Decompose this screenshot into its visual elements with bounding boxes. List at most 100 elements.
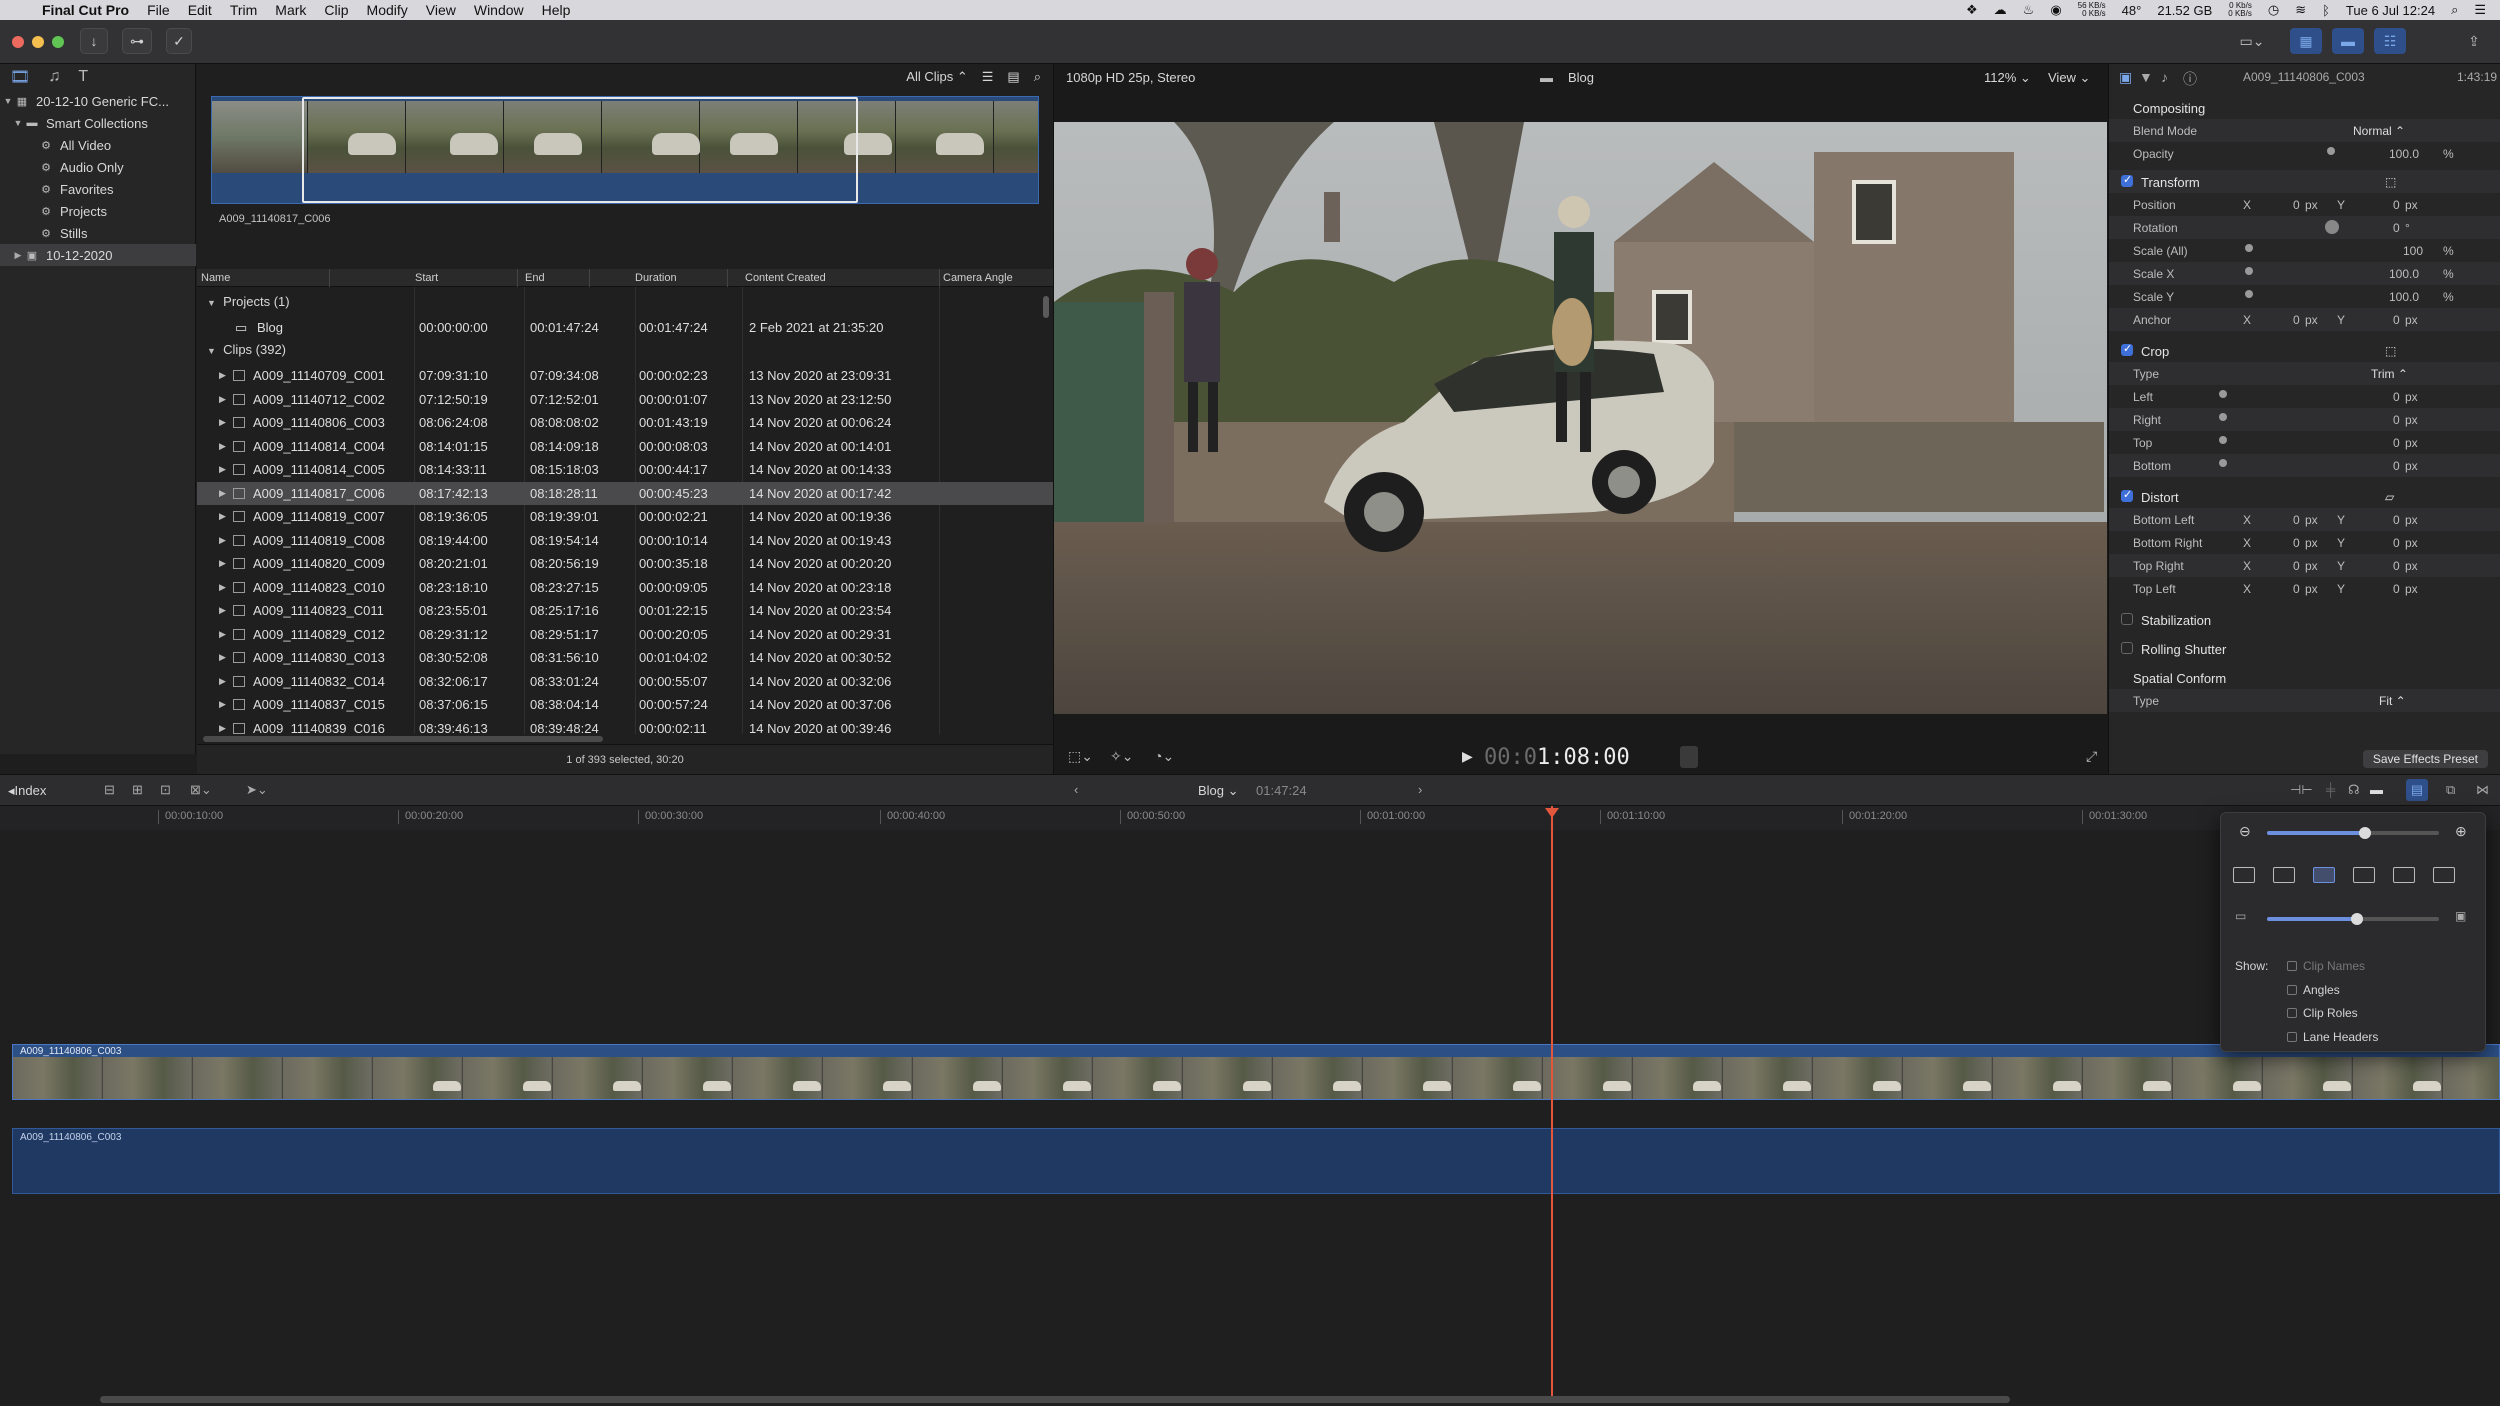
network-speed-2[interactable]: 0 Kb/s 0 KB/s — [2228, 2, 2252, 18]
disclosure-triangle-icon[interactable]: ▶ — [219, 488, 226, 499]
transform-tool-icon[interactable]: ⬚⌄ — [1068, 748, 1093, 765]
timeline-index-button[interactable]: ◂ Index — [8, 783, 46, 799]
crop-checkbox[interactable] — [2121, 342, 2133, 356]
zoom-in-icon[interactable]: ⊕ — [2455, 823, 2467, 840]
distort-checkbox[interactable] — [2121, 488, 2133, 502]
table-row[interactable]: ▶ A009_11140709_C001 07:09:31:10 07:09:34:0… — [197, 364, 1053, 387]
scale-y-slider[interactable] — [2245, 290, 2253, 298]
audio-skimming-icon[interactable]: ╪ — [2326, 782, 2335, 797]
disclosure-triangle-icon[interactable]: ▼ — [2, 96, 14, 106]
clip-style-large-waveform-icon[interactable] — [2273, 867, 2295, 883]
browser-horizontal-scrollbar[interactable] — [203, 736, 603, 742]
value-field[interactable]: 0 — [2393, 582, 2400, 596]
crop-left-value[interactable]: 0 — [2393, 390, 2400, 404]
timecode-display[interactable]: 00:01:08:00 — [1484, 745, 1630, 770]
rotation-value[interactable]: 0 — [2393, 221, 2400, 235]
menu-view[interactable]: View — [426, 2, 456, 18]
video-frame[interactable] — [1054, 122, 2107, 714]
timeline[interactable]: A009_11140806_C003 A009_11140806_C003 — [0, 830, 2500, 1406]
opacity-value[interactable]: 100.0 — [2389, 147, 2419, 161]
clip-style-labels-only-icon[interactable] — [2433, 867, 2455, 883]
clip-appearance-icon[interactable]: ▤ — [2406, 779, 2428, 801]
crop-top-value[interactable]: 0 — [2393, 436, 2400, 450]
show-timeline-icon[interactable]: ▬ — [2332, 28, 2364, 54]
clip-appearance-icon[interactable]: ☰ — [982, 69, 994, 85]
time-machine-icon[interactable]: ◷ — [2268, 2, 2279, 18]
clip-style-filmstrip-only-icon[interactable] — [2393, 867, 2415, 883]
table-row[interactable]: ▶ A009_11140814_C005 08:14:33:11 08:15:18:0… — [197, 458, 1053, 481]
play-icon[interactable]: ▶ — [1462, 748, 1473, 765]
menu-window[interactable]: Window — [474, 2, 524, 18]
disclosure-triangle-icon[interactable]: ▶ — [12, 250, 24, 261]
background-tasks-icon[interactable]: ✓ — [166, 28, 192, 54]
disclosure-triangle-icon[interactable]: ▼ — [207, 298, 216, 308]
disclosure-triangle-icon[interactable]: ▶ — [219, 629, 226, 640]
connect-clip-icon[interactable]: ⊟ — [104, 782, 115, 798]
disclosure-triangle-icon[interactable]: ▶ — [219, 394, 226, 405]
clip-style-equal-icon[interactable] — [2313, 867, 2335, 883]
value-field[interactable]: 0 — [2293, 536, 2300, 550]
audio-clip[interactable] — [12, 1128, 2500, 1194]
blend-mode-popup[interactable]: Normal ⌃ — [2353, 124, 2405, 138]
import-icon[interactable]: ↓ — [80, 28, 108, 54]
transitions-browser-icon[interactable]: ⋈ — [2476, 782, 2489, 798]
view-menu[interactable]: View ⌄ — [2048, 70, 2090, 86]
wifi-icon[interactable]: ≋ — [2295, 2, 2306, 18]
list-view-icon[interactable]: ▤ — [1007, 69, 1019, 85]
history-back-icon[interactable]: ‹ — [1074, 782, 1078, 797]
table-row[interactable]: ▶ A009_11140829_C012 08:29:31:12 08:29:51:1… — [197, 623, 1053, 646]
position-x-value[interactable]: 0 — [2293, 198, 2300, 212]
clips-group[interactable]: ▼ Clips (392) — [207, 342, 286, 357]
filmstrip[interactable] — [211, 96, 1039, 204]
minimize-window-button[interactable] — [32, 36, 44, 48]
clock[interactable]: Tue 6 Jul 12:24 — [2346, 3, 2435, 18]
clip-style-waveform-only-icon[interactable] — [2233, 867, 2255, 883]
control-center-icon[interactable]: ☰ — [2474, 2, 2486, 18]
smart-collection-audio-only[interactable]: ⚙ Audio Only — [0, 156, 196, 178]
timeline-project-menu[interactable]: Blog ⌄ — [1198, 783, 1239, 799]
table-row[interactable]: ▶ A009_11140819_C008 08:19:44:00 08:19:54:1… — [197, 529, 1053, 552]
crop-right-slider[interactable] — [2219, 413, 2227, 421]
rolling-shutter-checkbox[interactable] — [2121, 642, 2133, 654]
speed-icon[interactable]: ◔⌄ — [1154, 748, 1174, 765]
smart-collection-all-video[interactable]: ⚙ All Video — [0, 134, 196, 156]
range-selection[interactable] — [302, 97, 858, 203]
table-row[interactable]: ▶ A009_11140830_C013 08:30:52:08 08:31:56:1… — [197, 646, 1053, 669]
disclosure-triangle-icon[interactable]: ▶ — [219, 699, 226, 710]
disclosure-triangle-icon[interactable]: ▶ — [219, 464, 226, 475]
disclosure-triangle-icon[interactable]: ▶ — [219, 370, 226, 381]
rotation-dial[interactable] — [2325, 220, 2339, 234]
transform-onscreen-icon[interactable]: ⬚ — [2385, 175, 2396, 189]
disclosure-triangle-icon[interactable]: ▶ — [219, 605, 226, 616]
disclosure-triangle-icon[interactable]: ▼ — [207, 346, 216, 356]
column-content-created[interactable]: Content Created — [745, 272, 826, 284]
disclosure-triangle-icon[interactable]: ▼ — [12, 118, 24, 128]
position-y-value[interactable]: 0 — [2393, 198, 2400, 212]
table-row[interactable]: ▶ A009_11140712_C002 07:12:50:19 07:12:52:0… — [197, 388, 1053, 411]
value-field[interactable]: 0 — [2393, 536, 2400, 550]
library-item[interactable]: ▼ ▦ 20-12-10 Generic FC... — [0, 90, 196, 112]
skimming-icon[interactable]: ⊣⊢ — [2290, 782, 2313, 798]
scale-y-value[interactable]: 100.0 — [2389, 290, 2419, 304]
share-icon[interactable]: ⇪ — [2460, 28, 2488, 54]
search-icon[interactable]: ⌕ — [1034, 69, 1041, 85]
info-inspector-icon[interactable]: ⓘ — [2183, 69, 2197, 89]
zoom-slider[interactable] — [2267, 827, 2439, 839]
snapping-icon[interactable]: ▬ — [2370, 782, 2383, 797]
effects-browser-icon[interactable]: ⧉ — [2446, 782, 2455, 798]
overwrite-clip-icon[interactable]: ⊠⌄ — [190, 782, 212, 798]
crop-left-slider[interactable] — [2219, 390, 2227, 398]
show-angles-checkbox[interactable]: Angles — [2287, 983, 2340, 997]
anchor-x-value[interactable]: 0 — [2293, 313, 2300, 327]
disclosure-triangle-icon[interactable]: ▶ — [219, 417, 226, 428]
audio-inspector-icon[interactable]: ♪ — [2161, 69, 2168, 85]
titles-generators-tab-icon[interactable]: T — [78, 68, 88, 86]
libraries-tab-icon[interactable]: 🎞 — [10, 67, 30, 87]
history-forward-icon[interactable]: › — [1418, 782, 1422, 797]
search-icon[interactable]: ⌕ — [2451, 2, 2458, 18]
show-lane-headers-checkbox[interactable]: Lane Headers — [2287, 1030, 2378, 1044]
clip-style-large-filmstrip-icon[interactable] — [2353, 867, 2375, 883]
temperature[interactable]: 48° — [2122, 3, 2142, 18]
zoom-window-button[interactable] — [52, 36, 64, 48]
photos-audio-tab-icon[interactable]: ♫ — [48, 68, 60, 86]
